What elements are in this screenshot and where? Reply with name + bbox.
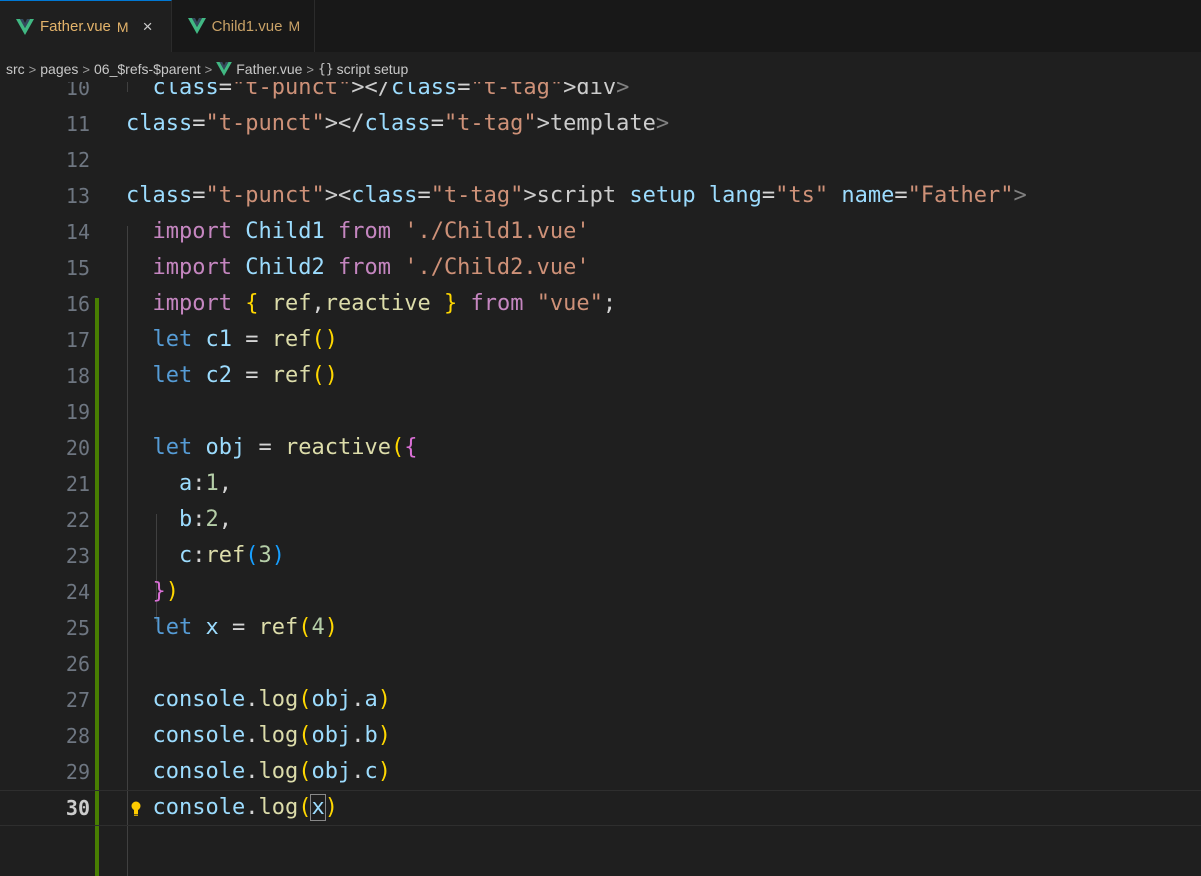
code-line[interactable]: 10 class="t-punct"></class="t-tag">div> [0,80,1201,106]
close-icon[interactable]: × [139,17,157,37]
line-number: 13 [65,184,90,208]
line-number: 25 [65,616,90,640]
code-line[interactable]: 11 class="t-punct"></class="t-tag">templa… [0,106,1201,142]
code-text: import Child2 from './Child2.vue' [152,255,590,280]
code-line[interactable]: 29 console.log(obj.c) [0,754,1201,790]
code-line[interactable]: 30 console.log(x) [0,790,1201,826]
code-line[interactable]: 23 c:ref(3) [0,538,1201,574]
line-number: 21 [65,472,90,496]
code-line[interactable]: 21 a:1, [0,466,1201,502]
chevron-right-icon: > [28,61,37,77]
vue-logo-icon [187,18,206,34]
editor-tab-bar: Father.vue M × Child1.vue M [0,0,1201,52]
line-number: 16 [65,292,90,316]
line-number: 23 [65,544,90,568]
line-number: 22 [65,508,90,532]
code-line[interactable]: 20 let obj = reactive({ [0,430,1201,466]
line-number: 15 [65,256,90,280]
lightbulb-icon[interactable] [131,801,141,817]
code-text: c:ref(3) [178,543,285,568]
breadcrumb-item-symbol[interactable]: script setup [337,61,409,77]
code-line[interactable]: 12 [0,142,1201,178]
vue-logo-icon [216,62,233,76]
line-number: 24 [65,580,90,604]
code-text: b:2, [179,507,232,532]
vscode-window: Father.vue M × Child1.vue M src > pages … [0,0,1201,876]
code-line[interactable]: 17 let c1 = ref() [0,322,1201,358]
code-line[interactable]: 22 b:2, [0,502,1201,538]
code-text: import Child1 from './Child1.vue' [152,219,590,244]
line-number: 26 [65,652,90,676]
code-text: let obj = reactive({ [152,435,418,460]
code-text: import { ref,reactive } from "vue"; [152,291,617,316]
line-number: 27 [65,688,90,712]
modified-badge: M [116,18,129,35]
code-line[interactable]: 14 import Child1 from './Child1.vue' [0,214,1201,250]
tab-label: Father.vue [40,18,111,35]
breadcrumb-item-pages[interactable]: pages [40,61,78,77]
modified-badge: M [288,18,301,34]
chevron-right-icon: > [204,61,213,77]
line-number: 19 [65,400,90,424]
breadcrumb: src > pages > 06_$refs-$parent > Father.… [0,56,1201,82]
line-number: 12 [65,148,90,172]
code-text: class="t-punct"></class="t-tag">div> [152,80,630,100]
chevron-right-icon: > [82,61,91,77]
tab-label: Child1.vue [211,17,283,35]
code-line[interactable]: 15 import Child2 from './Child2.vue' [0,250,1201,286]
code-line[interactable]: 19 [0,394,1201,430]
code-text: let c2 = ref() [152,363,339,388]
breadcrumb-item-file[interactable]: Father.vue [236,61,302,77]
vue-logo-icon [16,18,34,35]
code-text: console.log(obj.a) [152,687,391,712]
code-text: let x = ref(4) [152,615,339,640]
breadcrumb-item-folder[interactable]: 06_$refs-$parent [94,61,201,77]
code-line[interactable]: 28 console.log(obj.b) [0,718,1201,754]
code-line[interactable]: 24 }) [0,574,1201,610]
breadcrumb-item-src[interactable]: src [6,61,25,77]
tab-child1-vue[interactable]: Child1.vue M [171,0,316,52]
line-number: 10 [65,80,90,100]
line-number: 14 [65,220,90,244]
line-number: 20 [65,436,90,460]
line-number: 28 [65,724,90,748]
code-text: console.log(x) [152,794,338,821]
braces-icon: {} [318,61,334,77]
code-text: let c1 = ref() [152,327,339,352]
line-number: 18 [65,364,90,388]
code-line[interactable]: 18 let c2 = ref() [0,358,1201,394]
line-number: 17 [65,328,90,352]
code-text: }) [152,579,180,604]
code-text: a:1, [179,471,232,496]
code-text: class="t-punct"><class="t-tag">script se… [126,183,1027,208]
line-number: 11 [65,112,90,136]
code-editor[interactable]: 10 class="t-punct"></class="t-tag">div> 1… [0,80,1201,876]
code-line[interactable]: 25 let x = ref(4) [0,610,1201,646]
code-text: console.log(obj.b) [152,723,391,748]
code-text: class="t-punct"></class="t-tag">template… [126,111,670,136]
code-line[interactable]: 27 console.log(obj.a) [0,682,1201,718]
code-text: console.log(obj.c) [152,759,391,784]
line-number: 30 [65,796,90,820]
code-line[interactable]: 13 class="t-punct"><class="t-tag">script … [0,178,1201,214]
code-line[interactable]: 26 [0,646,1201,682]
code-line[interactable]: 16 import { ref,reactive } from "vue"; [0,286,1201,322]
tab-father-vue[interactable]: Father.vue M × [0,0,172,52]
chevron-right-icon: > [306,61,314,77]
line-number: 29 [65,760,90,784]
